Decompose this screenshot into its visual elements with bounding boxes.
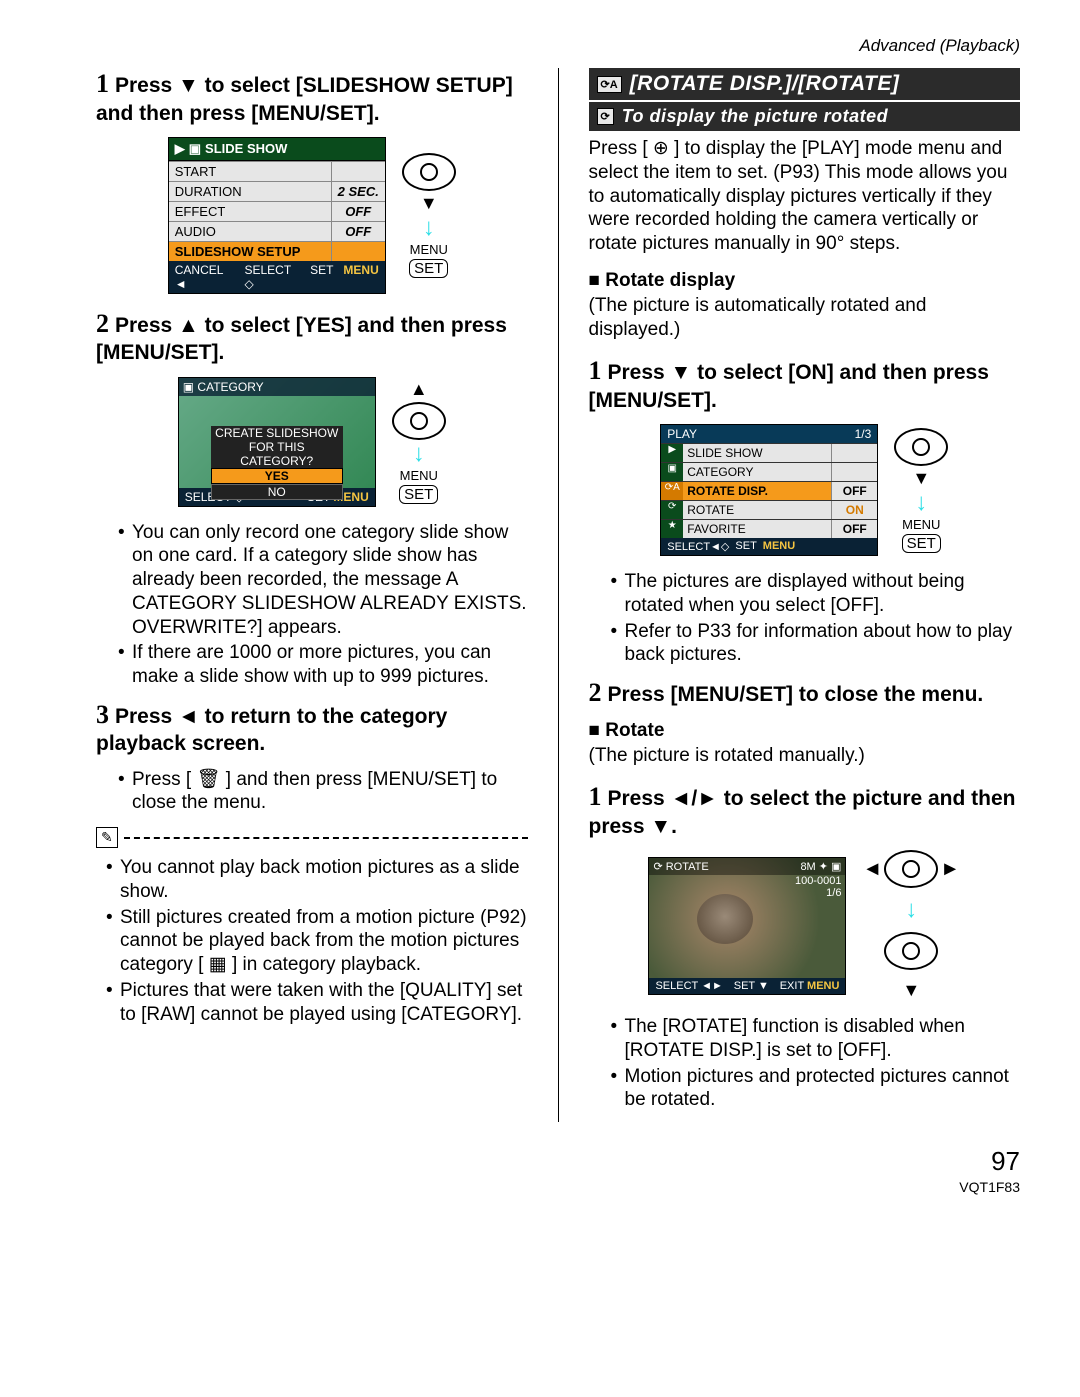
rotate-disp-icon: ⟳A (597, 76, 622, 93)
arrow-down-icon: ↓ (423, 216, 435, 240)
dpad-icon (392, 402, 446, 440)
right-notes-a: The pictures are displayed without being… (589, 570, 1021, 667)
menu-label: MENU (410, 242, 448, 257)
doc-code: VQT1F83 (96, 1179, 1020, 1195)
lcd-category-confirm: ▣ CATEGORY CREATE SLIDESHOW FOR THIS CAT… (178, 377, 376, 507)
right-column: ⟳A [ROTATE DISP.]/[ROTATE] ⟳ To display … (589, 68, 1021, 1122)
right-step3: 1Press ◄/► to select the picture and the… (589, 781, 1021, 840)
left-notes-c: You cannot play back motion pictures as … (96, 856, 528, 1026)
dpad-icon (884, 932, 938, 970)
left-notes-b: Press [ 🗑 ] and then press [MENU/SET] to… (96, 768, 528, 816)
note-icon: ✎ (96, 827, 118, 848)
note-divider: ✎ (96, 827, 528, 848)
page-number: 97 (96, 1146, 1020, 1177)
arrow-down-icon: ↓ (915, 491, 927, 515)
right-notes-b: The [ROTATE] function is disabled when [… (589, 1015, 1021, 1112)
rotate-display-text: (The picture is automatically rotated an… (589, 294, 1021, 342)
lcd-rotate-picture: ⟳ ROTATE8M ✦ ▣ 100-0001 1/6 SELECT ◄►SET… (648, 857, 846, 995)
rotate-head: Rotate (589, 720, 1021, 742)
dpad-leftright-icon: ◄► (862, 850, 960, 888)
lcd-play-menu: PLAY1/3 ▶SLIDE SHOW ▣CATEGORY ⟳AROTATE D… (660, 424, 878, 556)
dpad-icon (402, 153, 456, 191)
arrow-down-icon: ↓ (905, 898, 917, 922)
right-step1: 1Press ▼ to select [ON] and then press [… (589, 355, 1021, 414)
rotate-text: (The picture is rotated manually.) (589, 744, 1021, 768)
intro-text: Press [ ⊕ ] to display the [PLAY] mode m… (589, 137, 1021, 256)
left-step3: 3Press ◄ to return to the category playb… (96, 699, 528, 758)
rotate-display-head: Rotate display (589, 270, 1021, 292)
rotate-icon: ⟳ (597, 108, 614, 125)
section-subtitle: ⟳ To display the picture rotated (589, 102, 1021, 131)
left-column: 1Press ▼ to select [SLIDESHOW SETUP] and… (96, 68, 528, 1122)
lcd-slideshow: ▶▣SLIDE SHOW START DURATION2 SEC. EFFECT… (168, 137, 386, 294)
set-button-icon: SET (409, 259, 448, 278)
section-header: Advanced (Playback) (96, 36, 1020, 56)
left-step1: 1Press ▼ to select [SLIDESHOW SETUP] and… (96, 68, 528, 127)
left-step2: 2Press ▲ to select [YES] and then press … (96, 308, 528, 367)
section-title: ⟳A [ROTATE DISP.]/[ROTATE] (589, 68, 1021, 100)
left-notes-a: You can only record one category slide s… (96, 521, 528, 689)
arrow-down-icon: ↓ (413, 442, 425, 466)
dpad-icon (894, 428, 948, 466)
right-step2: 2Press [MENU/SET] to close the menu. (589, 677, 1021, 710)
